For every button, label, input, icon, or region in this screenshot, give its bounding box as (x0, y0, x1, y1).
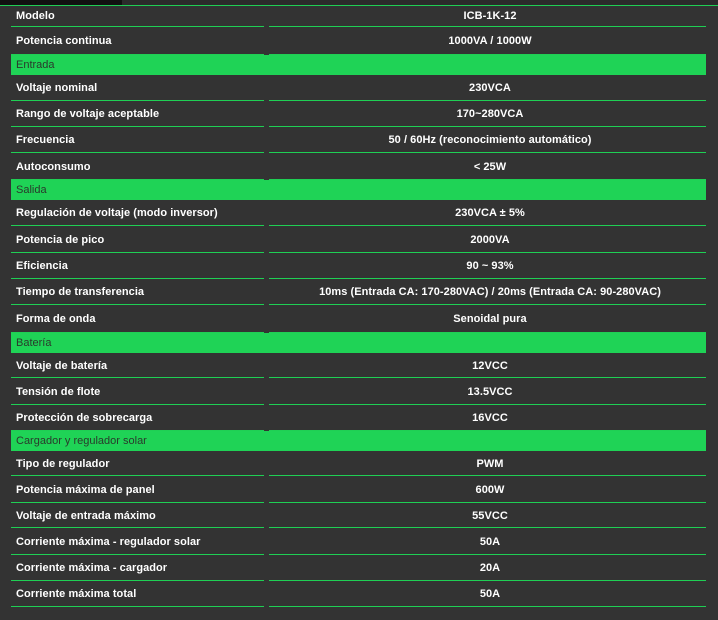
spec-row: Modelo ICB-1K-12 (11, 4, 706, 27)
spec-value: 55VCC (472, 509, 508, 522)
spec-value: 170~280VCA (456, 108, 524, 120)
spec-label: Forma de onda (16, 313, 96, 325)
spec-row: Voltaje de entrada máximo 55VCC (11, 503, 706, 528)
spec-value: 600W (475, 483, 505, 496)
spec-row: Corriente máxima - cargador 20A (11, 555, 706, 581)
spec-value: 230VCA ± 5% (455, 207, 525, 219)
spec-label: Potencia continua (16, 35, 112, 47)
section-header: Entrada (11, 55, 706, 75)
spec-row: Frecuencia 50 / 60Hz (reconocimiento auto… (11, 127, 706, 153)
spec-label: Voltaje nominal (16, 82, 98, 94)
spec-label: Tipo de regulador (16, 457, 110, 470)
spec-label: Autoconsumo (16, 160, 91, 173)
spec-row: Voltaje de batería 12VCC (11, 353, 706, 378)
spec-value: 16VCC (472, 412, 508, 424)
section-header: Salida (11, 180, 706, 200)
spec-row: Potencia máxima de panel 600W (11, 476, 706, 503)
spec-row: Regulación de voltaje (modo inversor) 230… (11, 200, 706, 226)
spec-label: Frecuencia (16, 134, 75, 146)
spec-value: 2000VA (470, 233, 510, 246)
spec-label: Eficiencia (16, 260, 68, 272)
spec-row: Potencia continua 1000VA / 1000W (11, 27, 706, 55)
section-header: Batería (11, 333, 706, 353)
spec-table: Modelo ICB-1K-12 Potencia continua 1000VA /… (11, 4, 706, 607)
spec-label: Voltaje de batería (16, 359, 108, 372)
spec-value: 20A (479, 562, 501, 574)
section-header: Cargador y regulador solar (11, 431, 706, 451)
spec-value: 1000VA / 1000W (448, 35, 532, 47)
spec-value: 50 / 60Hz (reconocimiento automático) (388, 134, 592, 146)
spec-label: Rango de voltaje aceptable (16, 108, 160, 120)
spec-label: Potencia máxima de panel (16, 483, 155, 496)
spec-label: Modelo (16, 9, 55, 22)
spec-row: Tipo de regulador PWM (11, 451, 706, 476)
spec-value: 50A (479, 535, 501, 548)
spec-label: Corriente máxima - cargador (16, 562, 168, 574)
spec-row: Protección de sobrecarga 16VCC (11, 405, 706, 431)
spec-value: 13.5VCC (467, 385, 513, 398)
spec-value: ICB-1K-12 (463, 9, 517, 22)
spec-value: 12VCC (472, 359, 508, 372)
spec-label: Protección de sobrecarga (16, 412, 153, 424)
spec-value: Senoidal pura (453, 313, 527, 325)
spec-row: Potencia de pico 2000VA (11, 226, 706, 253)
spec-label: Voltaje de entrada máximo (16, 509, 156, 522)
spec-value: 90 ~ 93% (466, 260, 514, 272)
spec-value: 50A (479, 588, 501, 600)
spec-row: Rango de voltaje aceptable 170~280VCA (11, 101, 706, 127)
spec-value: PWM (476, 457, 504, 470)
spec-row: Autoconsumo < 25W (11, 153, 706, 180)
spec-label: Regulación de voltaje (modo inversor) (16, 207, 218, 219)
spec-label: Potencia de pico (16, 233, 105, 246)
spec-label: Tiempo de transferencia (16, 286, 145, 298)
spec-row: Eficiencia 90 ~ 93% (11, 253, 706, 279)
spec-row: Corriente máxima - regulador solar 50A (11, 528, 706, 555)
spec-value: 10ms (Entrada CA: 170-280VAC) / 20ms (En… (319, 286, 661, 298)
spec-row: Tensión de flote 13.5VCC (11, 378, 706, 405)
spec-label: Corriente máxima total (16, 588, 137, 600)
spec-row: Voltaje nominal 230VCA (11, 75, 706, 101)
spec-label: Corriente máxima - regulador solar (16, 535, 201, 548)
spec-row: Tiempo de transferencia 10ms (Entrada CA:… (11, 279, 706, 305)
spec-value: < 25W (473, 160, 507, 173)
spec-label: Tensión de flote (16, 385, 101, 398)
spec-row: Corriente máxima total 50A (11, 581, 706, 607)
spec-value: 230VCA (469, 82, 511, 94)
spec-row: Forma de onda Senoidal pura (11, 305, 706, 333)
